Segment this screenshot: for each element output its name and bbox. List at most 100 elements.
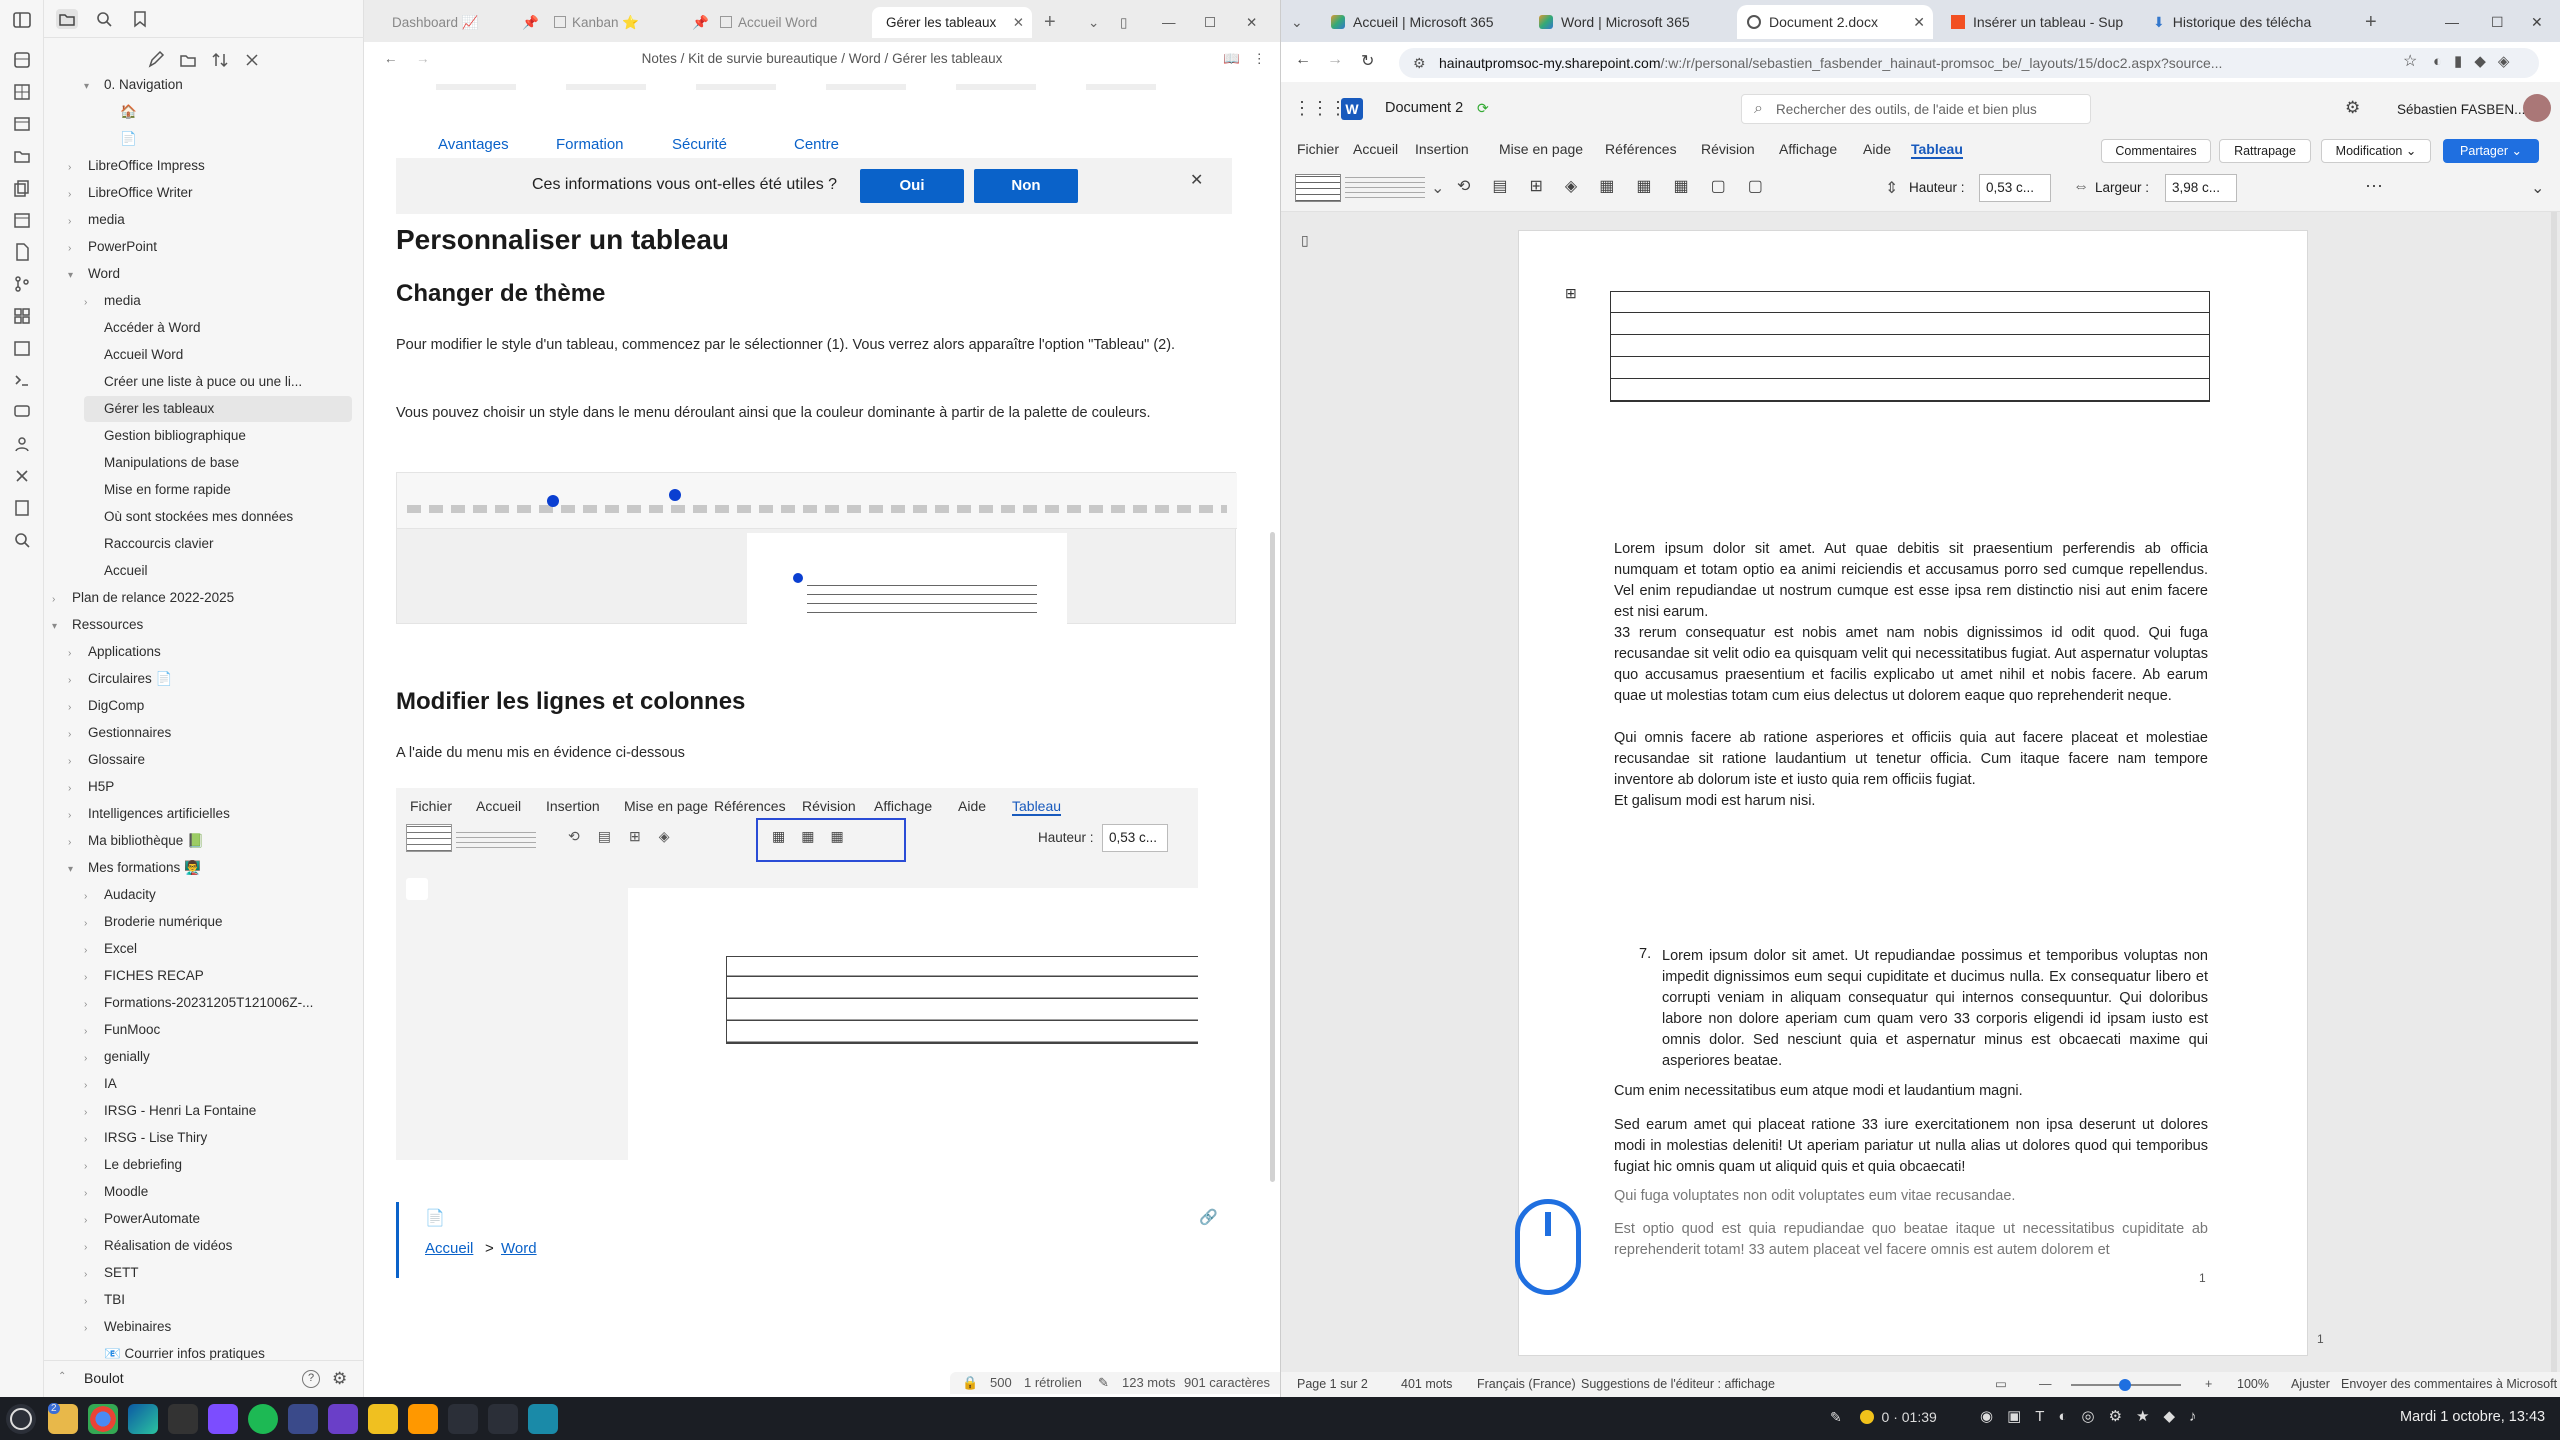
back-icon[interactable]: ← xyxy=(384,42,398,76)
new-tab-icon[interactable]: + xyxy=(2365,5,2385,39)
tab-gerer-les-tableaux[interactable]: Gérer les tableaux ✕ xyxy=(872,7,1032,38)
tree-item[interactable]: › PowerPoint xyxy=(68,234,352,260)
zoom-level[interactable]: 100% xyxy=(2237,1372,2269,1397)
book-icon[interactable] xyxy=(12,498,32,518)
ribbon-tab[interactable]: Aide xyxy=(1863,141,1891,157)
bookmark-star-icon[interactable]: ☆ xyxy=(2403,51,2417,71)
tree-item[interactable]: › LibreOffice Impress xyxy=(68,153,352,179)
chevron-icon[interactable]: › xyxy=(68,209,82,235)
chevron-icon[interactable]: › xyxy=(84,884,98,910)
chevron-icon[interactable]: › xyxy=(68,182,82,208)
word-logo-icon[interactable]: W xyxy=(1341,98,1363,120)
chevron-icon[interactable]: › xyxy=(84,965,98,991)
tree-item[interactable]: › TBI xyxy=(84,1287,352,1313)
tree-item[interactable]: › Webinaires xyxy=(84,1314,352,1340)
chrome-icon[interactable] xyxy=(88,1404,118,1434)
table-tools-icons[interactable]: ⟲▤⊞◈▦▦▦▢▢ xyxy=(1457,176,2057,200)
breadcrumb-item[interactable]: Notes xyxy=(642,51,677,66)
chevron-icon[interactable]: › xyxy=(84,938,98,964)
tab-dashboard[interactable]: Dashboard 📈 xyxy=(388,7,538,38)
app-icon[interactable] xyxy=(488,1404,518,1434)
sidebar-right-icon[interactable]: ▯ xyxy=(1120,7,1140,38)
share-button[interactable]: Partager ⌄ xyxy=(2443,139,2539,163)
mini-nav-link[interactable]: Formation xyxy=(556,136,624,153)
home-icon[interactable] xyxy=(448,1404,478,1434)
users-icon[interactable] xyxy=(12,434,32,454)
yes-button[interactable]: Oui xyxy=(860,169,964,203)
tree-item[interactable]: Mise en forme rapide xyxy=(84,477,352,503)
document-paragraph[interactable]: Est optio quod est quia repudiandae quo … xyxy=(1614,1219,2208,1261)
text-editor-icon[interactable] xyxy=(288,1404,318,1434)
tree-item[interactable]: Accueil xyxy=(84,558,352,584)
status-words[interactable]: 401 mots xyxy=(1401,1372,1452,1397)
chevron-icon[interactable]: › xyxy=(68,641,82,667)
new-tab-icon[interactable]: + xyxy=(1044,7,1064,38)
sidebar-toggle-icon[interactable] xyxy=(12,10,32,30)
mail-icon[interactable] xyxy=(368,1404,398,1434)
list-item[interactable]: Lorem ipsum dolor sit amet. Ut repudiand… xyxy=(1662,946,2208,1072)
tree-item[interactable]: Accéder à Word xyxy=(84,315,352,341)
document-paragraph[interactable]: Cum enim necessitatibus eum atque modi e… xyxy=(1614,1081,2208,1102)
app-launcher-icon[interactable]: ⋮⋮⋮ xyxy=(1293,98,1347,119)
tree-item[interactable]: Accueil Word xyxy=(84,342,352,368)
chevron-icon[interactable]: ▾ xyxy=(52,614,66,640)
spotify-icon[interactable] xyxy=(248,1404,278,1434)
ribbon-tab[interactable]: Révision xyxy=(1701,141,1755,157)
tree-item[interactable]: › media xyxy=(84,288,352,314)
chevron-icon[interactable]: › xyxy=(84,1154,98,1180)
browser-tab[interactable]: ⬇ Historique des télécha xyxy=(2143,5,2339,39)
search-tab-icon[interactable] xyxy=(94,9,114,29)
sort-icon[interactable] xyxy=(210,50,230,70)
tab-list-icon[interactable]: ⌄ xyxy=(1088,7,1108,38)
chevron-down-icon[interactable]: ⌄ xyxy=(2531,178,2544,198)
new-folder-icon[interactable] xyxy=(178,50,198,70)
forward-icon[interactable]: → xyxy=(416,42,430,76)
git-branch-icon[interactable] xyxy=(12,274,32,294)
tree-item[interactable]: › Intelligences artificielles xyxy=(68,801,352,827)
tree-item[interactable]: › Circulaires 📄 xyxy=(68,666,352,692)
document-paragraph[interactable]: Qui fuga voluptates non odit voluptates … xyxy=(1614,1186,2208,1207)
footer-link[interactable]: Word xyxy=(501,1240,537,1257)
window-close-icon[interactable]: ✕ xyxy=(2531,5,2551,39)
dashboard-icon[interactable] xyxy=(12,50,32,70)
no-button[interactable]: Non xyxy=(974,169,1078,203)
browser-tab[interactable]: Insérer un tableau - Sup xyxy=(1941,5,2137,39)
tree-item[interactable]: › FunMooc xyxy=(84,1017,352,1043)
status-backlinks[interactable]: 1 rétrolien xyxy=(1024,1375,1082,1390)
chevron-icon[interactable]: ▾ xyxy=(68,263,82,289)
tree-item[interactable]: 📄 xyxy=(100,126,352,152)
files-tab-icon[interactable] xyxy=(56,9,78,29)
reload-icon[interactable]: ↻ xyxy=(1361,51,1374,71)
help-icon[interactable]: ? xyxy=(302,1370,320,1388)
ribbon-tab[interactable]: Fichier xyxy=(1297,141,1339,157)
pen-icon[interactable]: ✎ xyxy=(1830,1409,1842,1425)
chevron-icon[interactable]: ▾ xyxy=(68,857,82,883)
close-icon[interactable]: ✕ xyxy=(1913,5,1925,39)
tree-item[interactable]: ▾ Ressources xyxy=(52,612,352,638)
calendar-days-icon[interactable] xyxy=(12,338,32,358)
tree-item[interactable]: › Broderie numérique xyxy=(84,909,352,935)
document-paragraph[interactable]: Lorem ipsum dolor sit amet. Aut quae deb… xyxy=(1614,539,2208,623)
vault-switcher[interactable]: ⌃ Boulot ? ⚙ xyxy=(44,1360,364,1397)
document-paragraph[interactable]: Qui omnis facere ab ratione asperiores e… xyxy=(1614,728,2208,791)
mini-nav-link[interactable]: Avantages xyxy=(438,136,509,153)
collapse-all-icon[interactable] xyxy=(242,50,262,70)
feedback-link[interactable]: Envoyer des commentaires à Microsoft xyxy=(2341,1372,2557,1397)
blocks-icon[interactable] xyxy=(12,306,32,326)
tree-item[interactable]: › Applications xyxy=(68,639,352,665)
tree-item[interactable]: › genially xyxy=(84,1044,352,1070)
chevron-icon[interactable]: › xyxy=(68,236,82,262)
terminal-icon[interactable] xyxy=(168,1404,198,1434)
obsidian-icon[interactable] xyxy=(208,1404,238,1434)
url-input[interactable]: ⚙ hainautpromsoc-my.sharepoint.com/:w:/r… xyxy=(1399,48,2539,78)
tree-item[interactable]: › IRSG - Henri La Fontaine xyxy=(84,1098,352,1124)
tree-item[interactable]: 🏠 xyxy=(100,99,352,125)
tree-item[interactable]: ▾ Mes formations 👨‍🏫 xyxy=(68,855,352,881)
tree-item[interactable]: › IA xyxy=(84,1071,352,1097)
fit-button[interactable]: Ajuster xyxy=(2291,1372,2330,1397)
tree-item[interactable]: › PowerAutomate xyxy=(84,1206,352,1232)
ribbon-tab[interactable]: Accueil xyxy=(1353,141,1398,157)
edge-icon[interactable] xyxy=(128,1404,158,1434)
status-suggestions[interactable]: Suggestions de l'éditeur : affichage xyxy=(1581,1372,1775,1397)
ribbon-tab[interactable]: Affichage xyxy=(1779,141,1837,157)
